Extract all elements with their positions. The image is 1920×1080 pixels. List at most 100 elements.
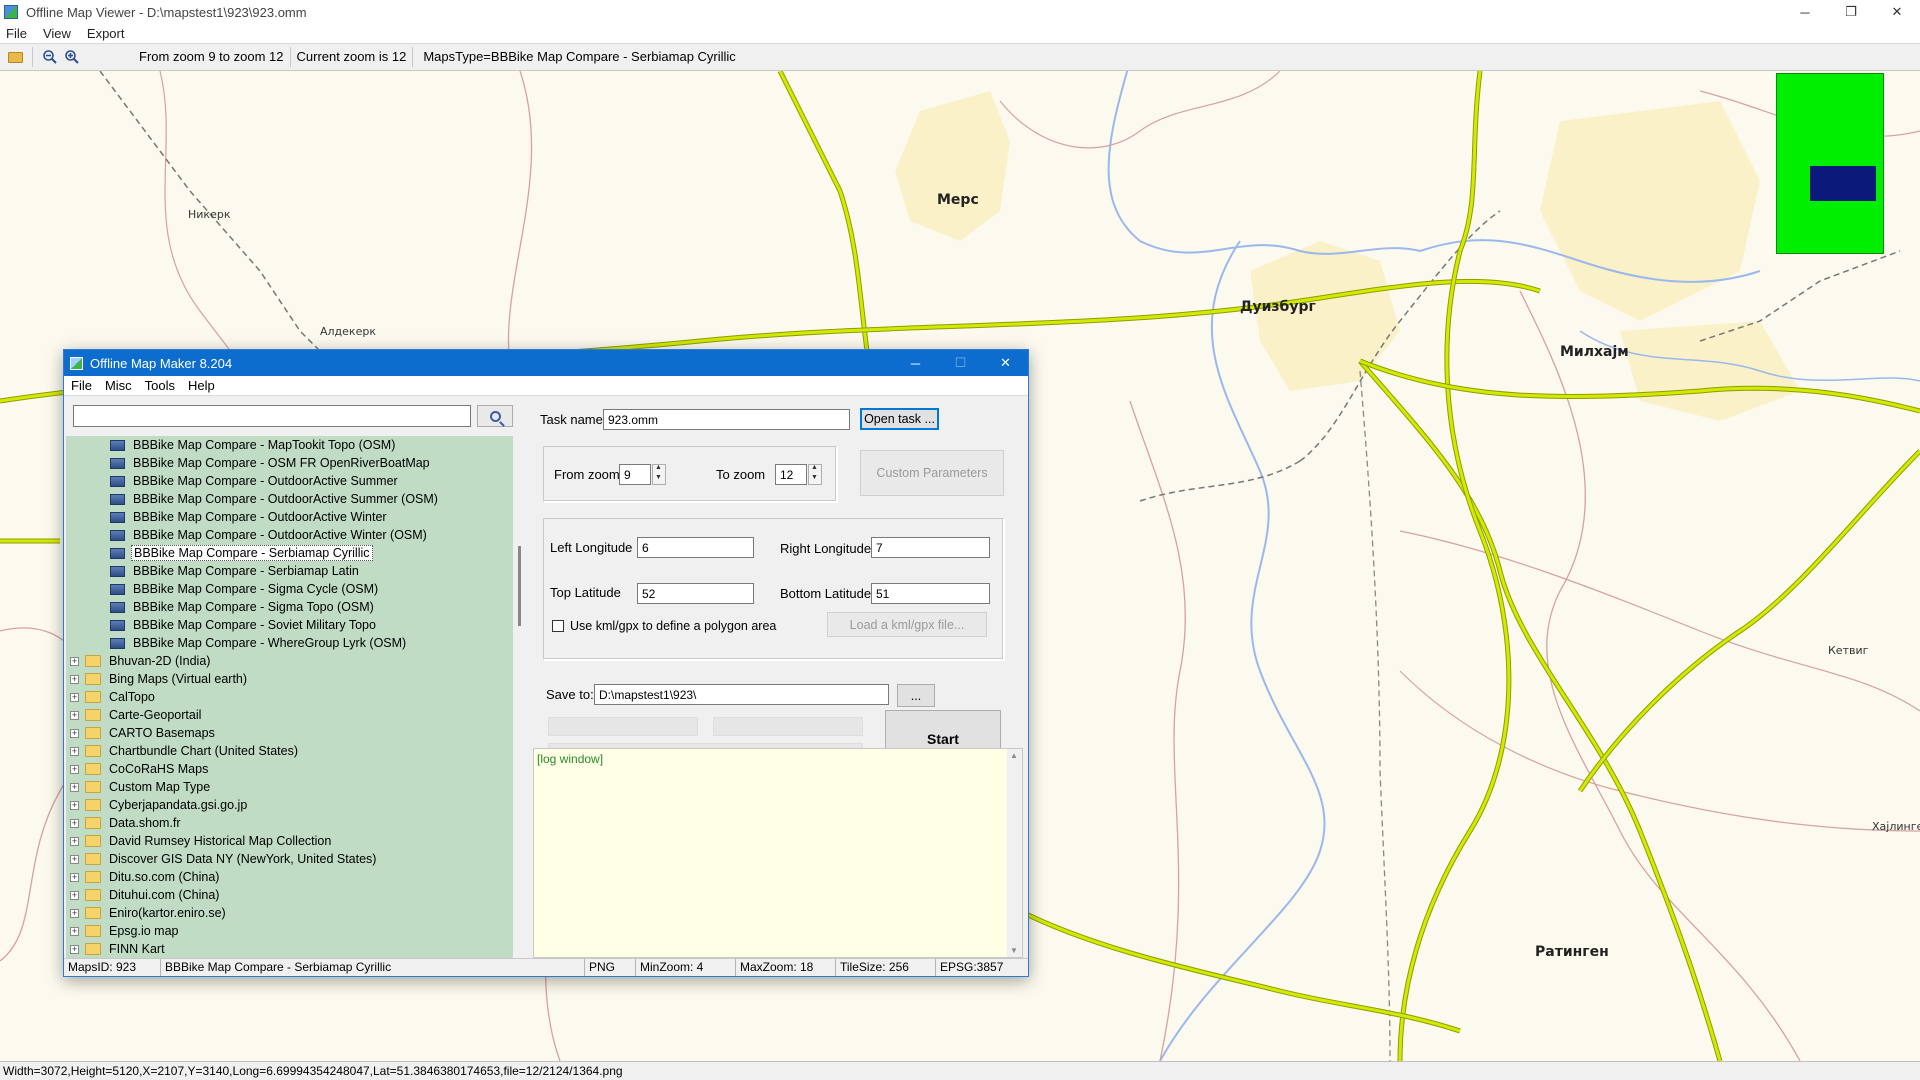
tree-item[interactable]: BBBike Map Compare - Soviet Military Top… — [66, 616, 513, 634]
search-input[interactable] — [73, 405, 471, 427]
tree-folder[interactable]: + Data.shom.fr — [66, 814, 513, 832]
tree-folder[interactable]: + CoCoRaHS Maps — [66, 760, 513, 778]
dialog-menu-misc[interactable]: Misc — [105, 378, 132, 393]
task-name-label: Task name — [540, 412, 603, 427]
custom-parameters-button[interactable]: Custom Parameters — [860, 450, 1004, 496]
scroll-up-icon[interactable]: ▲ — [1010, 751, 1018, 760]
town-label: Никерк — [188, 208, 231, 221]
expand-icon[interactable]: + — [70, 836, 79, 846]
tree-folder[interactable]: + Bhuvan-2D (India) — [66, 652, 513, 670]
tree-folder[interactable]: + Custom Map Type — [66, 778, 513, 796]
tree-folder[interactable]: + Dituhui.com (China) — [66, 886, 513, 904]
save-to-input[interactable] — [594, 684, 889, 705]
tree-item[interactable]: BBBike Map Compare - OutdoorActive Summe… — [66, 472, 513, 490]
tree-folder-label: Discover GIS Data NY (NewYork, United St… — [109, 852, 377, 866]
tree-folder[interactable]: + Chartbundle Chart (United States) — [66, 742, 513, 760]
tree-item[interactable]: BBBike Map Compare - Sigma Topo (OSM) — [66, 598, 513, 616]
from-zoom-spinner[interactable] — [652, 464, 666, 485]
folder-icon — [85, 871, 101, 883]
tree-item[interactable]: BBBike Map Compare - Sigma Cycle (OSM) — [66, 580, 513, 598]
task-name-input[interactable] — [603, 409, 850, 430]
tree-folder[interactable]: + David Rumsey Historical Map Collection — [66, 832, 513, 850]
expand-icon[interactable]: + — [70, 818, 79, 828]
zoom-out-icon[interactable] — [39, 46, 61, 68]
tree-item[interactable]: BBBike Map Compare - Serbiamap Cyrillic — [66, 544, 513, 562]
expand-icon[interactable]: + — [70, 800, 79, 810]
dialog-close-button[interactable]: ✕ — [983, 350, 1028, 376]
menu-view[interactable]: View — [43, 26, 71, 41]
dialog-minimize-button[interactable]: ─ — [893, 350, 938, 376]
expand-icon[interactable]: + — [70, 926, 79, 936]
log-window[interactable]: [log window] ▲ ▼ — [533, 748, 1023, 958]
top-latitude-input[interactable] — [637, 583, 754, 604]
zoom-in-icon[interactable] — [61, 46, 83, 68]
overview-viewport[interactable] — [1810, 166, 1876, 201]
tree-folder[interactable]: + FINN Kart — [66, 940, 513, 958]
expand-icon[interactable]: + — [70, 854, 79, 864]
left-longitude-input[interactable] — [637, 537, 754, 558]
tree-item[interactable]: BBBike Map Compare - OutdoorActive Summe… — [66, 490, 513, 508]
tree-scrollbar[interactable] — [515, 436, 527, 958]
tree-item[interactable]: BBBike Map Compare - Serbiamap Latin — [66, 562, 513, 580]
tree-item[interactable]: BBBike Map Compare - OSM FR OpenRiverBoa… — [66, 454, 513, 472]
close-button[interactable]: ✕ — [1874, 0, 1920, 24]
expand-icon[interactable]: + — [70, 710, 79, 720]
open-task-button[interactable]: Open task ... — [860, 408, 939, 430]
expand-icon[interactable]: + — [70, 746, 79, 756]
map-type-tree[interactable]: BBBike Map Compare - MapTookit Topo (OSM… — [66, 436, 513, 958]
tree-folder[interactable]: + Cyberjapandata.gsi.go.jp — [66, 796, 513, 814]
expand-icon[interactable]: + — [70, 674, 79, 684]
tree-folder[interactable]: + CARTO Basemaps — [66, 724, 513, 742]
to-zoom-spinner[interactable] — [808, 464, 822, 485]
tree-folder[interactable]: + Discover GIS Data NY (NewYork, United S… — [66, 850, 513, 868]
menu-file[interactable]: File — [6, 26, 27, 41]
polygon-checkbox[interactable] — [552, 620, 564, 632]
tree-folder[interactable]: + Carte-Geoportail — [66, 706, 513, 724]
tree-item[interactable]: BBBike Map Compare - OutdoorActive Winte… — [66, 526, 513, 544]
log-scrollbar[interactable]: ▲ ▼ — [1007, 749, 1022, 957]
tree-item-label: BBBike Map Compare - OutdoorActive Winte… — [133, 510, 387, 524]
tree-folder[interactable]: + Bing Maps (Virtual earth) — [66, 670, 513, 688]
expand-icon[interactable]: + — [70, 944, 79, 954]
expand-icon[interactable]: + — [70, 890, 79, 900]
folder-icon — [85, 763, 101, 775]
town-label: Алдекерк — [320, 325, 376, 338]
tree-folder[interactable]: + Eniro(kartor.eniro.se) — [66, 904, 513, 922]
expand-icon[interactable]: + — [70, 782, 79, 792]
maximize-button[interactable]: ❐ — [1828, 0, 1874, 24]
tree-item[interactable]: BBBike Map Compare - MapTookit Topo (OSM… — [66, 436, 513, 454]
dialog-menu-help[interactable]: Help — [188, 378, 215, 393]
tree-item[interactable]: BBBike Map Compare - WhereGroup Lyrk (OS… — [66, 634, 513, 652]
tree-folder-label: CoCoRaHS Maps — [109, 762, 209, 776]
open-folder-icon[interactable] — [4, 46, 26, 68]
tree-item[interactable]: BBBike Map Compare - OutdoorActive Winte… — [66, 508, 513, 526]
search-button[interactable] — [477, 405, 513, 427]
from-zoom-input[interactable] — [619, 464, 651, 485]
overview-minimap[interactable] — [1776, 73, 1884, 254]
expand-icon[interactable]: + — [70, 656, 79, 666]
expand-icon[interactable]: + — [70, 908, 79, 918]
tree-item-label: BBBike Map Compare - OSM FR OpenRiverBoa… — [133, 456, 430, 470]
bottom-latitude-input[interactable] — [871, 583, 990, 604]
minimize-button[interactable]: ─ — [1782, 0, 1828, 24]
right-longitude-input[interactable] — [871, 537, 990, 558]
expand-icon[interactable]: + — [70, 764, 79, 774]
tree-folder[interactable]: + CalTopo — [66, 688, 513, 706]
map-layer-icon — [110, 637, 125, 649]
expand-icon[interactable]: + — [70, 872, 79, 882]
dialog-menu-tools[interactable]: Tools — [145, 378, 175, 393]
expand-icon[interactable]: + — [70, 728, 79, 738]
tree-folder[interactable]: + Epsg.io map — [66, 922, 513, 940]
load-kml-button[interactable]: Load a kml/gpx file... — [827, 612, 987, 637]
menu-export[interactable]: Export — [87, 26, 125, 41]
tree-scrollbar-thumb[interactable] — [518, 546, 521, 626]
folder-icon — [85, 799, 101, 811]
to-zoom-input[interactable] — [775, 464, 807, 485]
tree-folder[interactable]: + Ditu.so.com (China) — [66, 868, 513, 886]
browse-button[interactable]: ... — [897, 684, 935, 707]
expand-icon[interactable]: + — [70, 692, 79, 702]
log-text: [log window] — [537, 752, 604, 766]
dialog-menu-file[interactable]: File — [71, 378, 92, 393]
folder-icon — [85, 889, 101, 901]
scroll-down-icon[interactable]: ▼ — [1010, 946, 1018, 955]
